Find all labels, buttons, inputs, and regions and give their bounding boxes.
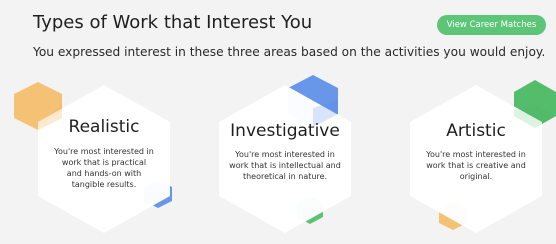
- artistic-card: Artistic You're most interested in work …: [418, 121, 534, 182]
- page-title: Types of Work that Interest You: [33, 12, 313, 33]
- view-career-matches-button[interactable]: View Career Matches: [437, 15, 546, 35]
- card-title: Artistic: [446, 121, 506, 141]
- card-description: You're most interested in work that is c…: [426, 150, 526, 181]
- investigative-card: Investigative You're most interested in …: [227, 121, 343, 182]
- card-description: You're most interested in work that is p…: [54, 147, 154, 189]
- page-subtitle: You expressed interest in these three ar…: [33, 45, 546, 59]
- card-title: Investigative: [230, 121, 340, 141]
- realistic-card: Realistic You're most interested in work…: [54, 117, 154, 190]
- card-title: Realistic: [68, 117, 140, 137]
- card-description: You're most interested in work that is i…: [229, 150, 341, 181]
